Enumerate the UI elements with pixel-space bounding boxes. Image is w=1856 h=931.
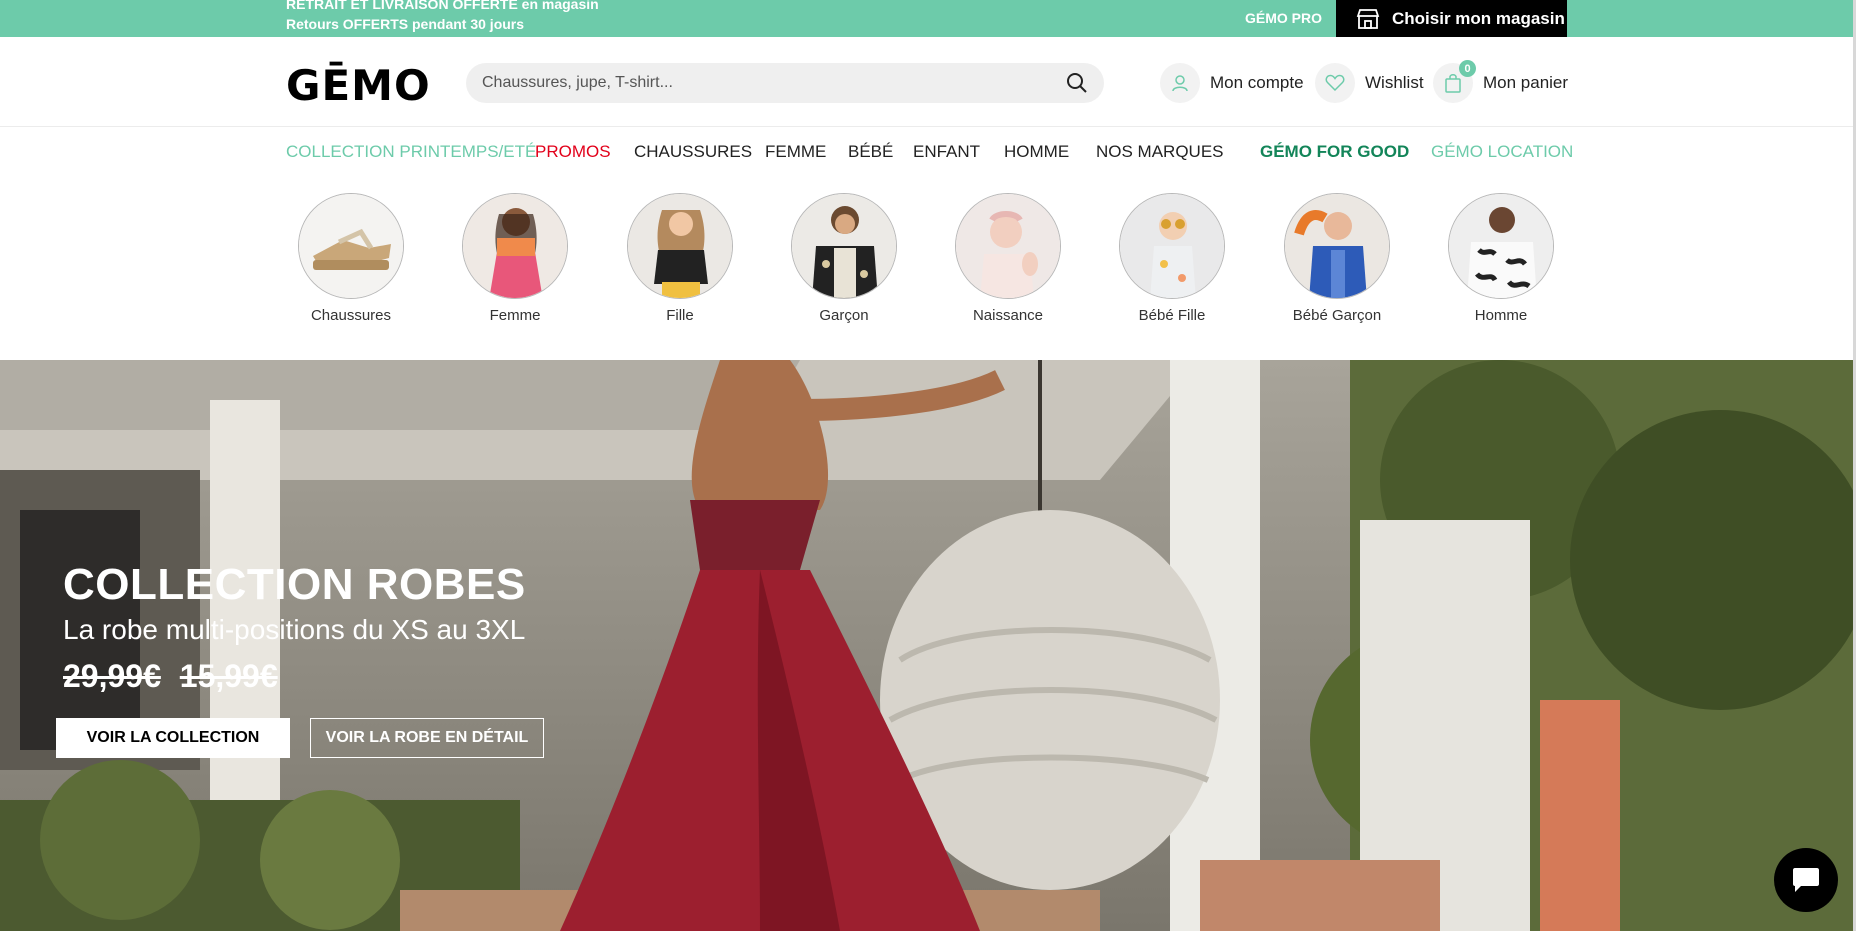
top-banner: RETRAIT ET LIVRAISON OFFERTE en magasin …	[0, 0, 1856, 37]
category-label: Fille	[666, 307, 694, 324]
user-icon	[1160, 63, 1200, 103]
hero-banner[interactable]: COLLECTION ROBES La robe multi-positions…	[0, 360, 1856, 931]
nav-gemo-location[interactable]: GÉMO LOCATION	[1431, 142, 1573, 162]
store-icon	[1356, 8, 1380, 29]
category-fille[interactable]: Fille	[627, 193, 733, 324]
category-label: Garçon	[819, 307, 869, 324]
nav-promos[interactable]: PROMOS	[535, 142, 611, 162]
category-image	[462, 193, 568, 299]
gemo-logo[interactable]: GĒMO	[286, 61, 431, 110]
wishlist-link[interactable]: Wishlist	[1315, 63, 1424, 103]
main-navigation: COLLECTION PRINTEMPS/ETÉ PROMOS CHAUSSUR…	[0, 128, 1856, 178]
category-garcon[interactable]: Garçon	[791, 193, 897, 324]
shopping-bag-icon: 0	[1433, 60, 1476, 103]
nav-collection-printemps-ete[interactable]: COLLECTION PRINTEMPS/ETÉ	[286, 142, 536, 162]
see-dress-detail-button[interactable]: VOIR LA ROBE EN DÉTAIL	[310, 718, 544, 758]
category-label: Femme	[489, 307, 541, 324]
price-old: 29,99€	[63, 658, 161, 694]
category-chaussures[interactable]: Chaussures	[298, 193, 404, 324]
price-new: 15,99€	[179, 658, 278, 694]
category-image	[955, 193, 1061, 299]
category-image	[1448, 193, 1554, 299]
heart-icon	[1315, 63, 1355, 103]
category-image	[1119, 193, 1225, 299]
category-image	[627, 193, 733, 299]
account-link[interactable]: Mon compte	[1160, 63, 1304, 103]
hero-title: COLLECTION ROBES	[63, 560, 526, 609]
nav-bebe[interactable]: BÉBÉ	[848, 142, 893, 162]
nav-gemo-for-good[interactable]: GÉMO FOR GOOD	[1260, 142, 1409, 162]
choose-store-label: Choisir mon magasin	[1392, 8, 1565, 28]
promo-message-line1: RETRAIT ET LIVRAISON OFFERTE en magasin	[286, 0, 599, 12]
wishlist-label: Wishlist	[1365, 73, 1424, 92]
cart-label: Mon panier	[1483, 73, 1569, 92]
hero-price: 29,99€ 15,99€	[63, 658, 278, 695]
promo-message[interactable]: RETRAIT ET LIVRAISON OFFERTE en magasin …	[286, 0, 706, 34]
search-bar	[466, 63, 1104, 103]
category-label: Bébé Garçon	[1292, 307, 1382, 324]
category-image	[791, 193, 897, 299]
category-homme[interactable]: Homme	[1448, 193, 1554, 324]
chat-bubble-icon	[1793, 868, 1819, 892]
nav-nos-marques[interactable]: NOS MARQUES	[1096, 142, 1224, 162]
category-label: Bébé Fille	[1138, 307, 1206, 324]
see-collection-button[interactable]: VOIR LA COLLECTION	[56, 718, 290, 758]
search-input[interactable]	[482, 74, 1066, 92]
nav-homme[interactable]: HOMME	[1004, 142, 1069, 162]
cart-count-badge: 0	[1459, 60, 1476, 77]
choose-store-button[interactable]: Choisir mon magasin	[1336, 0, 1567, 37]
gemo-pro-link[interactable]: GÉMO PRO	[1245, 0, 1322, 37]
category-naissance[interactable]: Naissance	[955, 193, 1061, 324]
category-label: Chaussures	[310, 307, 392, 324]
account-label: Mon compte	[1210, 73, 1304, 92]
nav-enfant[interactable]: ENFANT	[913, 142, 980, 162]
category-bebe-fille[interactable]: Bébé Fille	[1119, 193, 1225, 324]
category-image	[298, 193, 404, 299]
category-label: Homme	[1474, 307, 1528, 324]
site-header: GĒMO Mon compte Wishlist	[0, 37, 1856, 127]
chat-button[interactable]	[1774, 848, 1838, 912]
search-icon[interactable]	[1066, 72, 1088, 94]
nav-chaussures[interactable]: CHAUSSURES	[634, 142, 752, 162]
promo-message-line2: Retours OFFERTS pendant 30 jours	[286, 16, 525, 32]
hero-subtitle: La robe multi-positions du XS au 3XL	[63, 614, 526, 645]
category-image	[1284, 193, 1390, 299]
category-label: Naissance	[972, 307, 1044, 324]
category-bebe-garcon[interactable]: Bébé Garçon	[1284, 193, 1390, 324]
category-carousel: Chaussures Femme Fille Garçon Naissance …	[0, 180, 1856, 360]
nav-femme[interactable]: FEMME	[765, 142, 826, 162]
category-femme[interactable]: Femme	[462, 193, 568, 324]
cart-link[interactable]: 0 Mon panier	[1433, 60, 1569, 103]
